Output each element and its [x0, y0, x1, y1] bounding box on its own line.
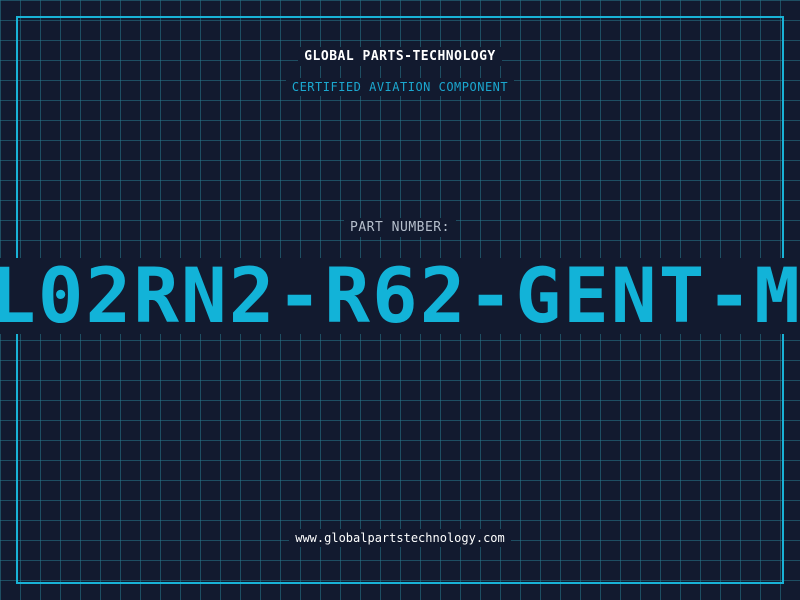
part-number-value: L02RN2-R62-GENT-MU: [0, 258, 800, 334]
part-number-band: L02RN2-R62-GENT-MU: [0, 258, 800, 334]
brand-title-text: GLOBAL PARTS-TECHNOLOGY: [298, 47, 502, 66]
certification-subtitle-text: CERTIFIED AVIATION COMPONENT: [285, 78, 515, 96]
label-canvas: GLOBAL PARTS-TECHNOLOGY CERTIFIED AVIATI…: [0, 0, 800, 600]
brand-title: GLOBAL PARTS-TECHNOLOGY: [0, 47, 800, 66]
website-url: www.globalpartstechnology.com: [0, 529, 800, 547]
part-number-label: PART NUMBER:: [0, 218, 800, 237]
part-number-label-text: PART NUMBER:: [344, 218, 456, 237]
certification-subtitle: CERTIFIED AVIATION COMPONENT: [0, 78, 800, 96]
website-url-text: www.globalpartstechnology.com: [289, 529, 511, 547]
